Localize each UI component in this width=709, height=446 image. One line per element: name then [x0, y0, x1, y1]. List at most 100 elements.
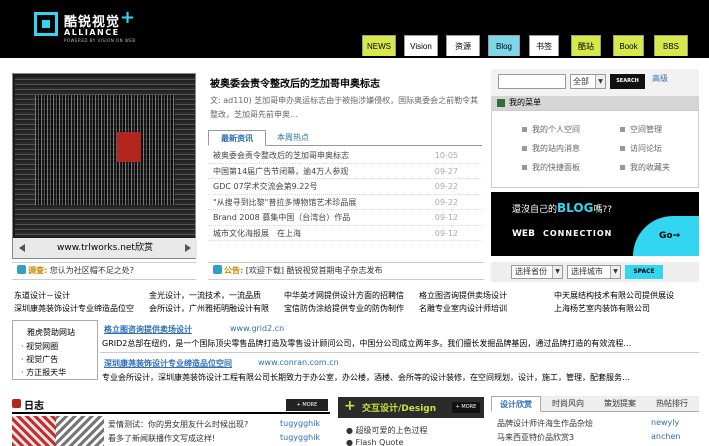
- ranking-item[interactable]: 品牌设计师许海生作品杂烩: [497, 418, 593, 429]
- plus-icon: +: [344, 398, 356, 414]
- ranking-item[interactable]: 马来西亚特价品欣赏3: [497, 432, 574, 443]
- news-title[interactable]: 城市文化海报展 在上海: [213, 229, 301, 238]
- partner-link[interactable]: 深圳康荛装饰设计专业缔造品位空: [14, 303, 134, 314]
- bullet-icon: [522, 165, 527, 170]
- list-item[interactable]: "从搜寻到比黎"普拉多博物馆艺术珍品展 09-22: [208, 195, 482, 210]
- nav-tab-bookmarks[interactable]: 书签: [529, 35, 559, 56]
- tab-weekly-hot[interactable]: 本周热点: [268, 130, 318, 146]
- menu-item-quick-panel[interactable]: 我的快捷面板: [522, 162, 580, 173]
- notice-label: 公告:: [224, 266, 244, 275]
- headline-title[interactable]: 被奥委会责令整改后的芝加哥申奥标志: [210, 75, 380, 90]
- list-item[interactable]: 中国第14届广告节闭幕，逾4万人参观 09-27: [208, 164, 482, 179]
- bullet-icon: [522, 127, 527, 132]
- diary-thumbnail[interactable]: [56, 416, 104, 446]
- tab-proposals[interactable]: 策划提案: [595, 396, 645, 412]
- advanced-search-link[interactable]: 高级: [652, 73, 668, 84]
- ranking-author[interactable]: anchen: [651, 432, 680, 441]
- news-date: 10-05: [434, 151, 458, 160]
- search-scope-select[interactable]: 全部 ▼: [570, 74, 606, 89]
- menu-item-personal-space[interactable]: 我的个人空间: [522, 124, 580, 135]
- city-select[interactable]: 选择城市 ▼: [567, 265, 621, 279]
- menu-item-messages[interactable]: 我的站内消息: [522, 143, 580, 154]
- blog-ad-connection: CONNECTION: [543, 229, 613, 238]
- blog-ad-go-button[interactable]: Go→: [633, 216, 699, 256]
- search-input[interactable]: [498, 74, 566, 89]
- prev-arrow-icon[interactable]: [19, 244, 25, 252]
- search-bar: 全部 ▼ SEARCH 高级: [491, 69, 699, 96]
- tab-latest-news[interactable]: 最新资讯: [208, 130, 266, 146]
- diary-author[interactable]: tugygghik: [280, 433, 320, 442]
- news-date: 09-22: [434, 197, 458, 207]
- diary-more-button[interactable]: + MORE: [286, 399, 328, 411]
- tab-hot-posts[interactable]: 热帖排行: [647, 396, 697, 412]
- news-tabs: 最新资讯 本周热点: [208, 130, 482, 146]
- my-menu: 我的个人空间 空间管理 我的站内消息 访问论坛 我的快捷面板 我的收藏夹: [491, 110, 699, 188]
- notice-text[interactable]: [欢迎下载] 酷锐视觉首期电子杂志发布: [246, 266, 383, 275]
- nav-tab-book[interactable]: Book: [613, 35, 644, 56]
- featured-showcase[interactable]: www.trlworks.net欣赏: [12, 73, 197, 259]
- interaction-more-button[interactable]: + MORE: [452, 402, 480, 413]
- partner-link[interactable]: 东道设计－设计: [14, 290, 70, 301]
- ranking-author[interactable]: newyly: [651, 418, 679, 427]
- ranking-tabs: 设计欣赏 时尚风向 策划提案 热帖排行: [491, 396, 699, 412]
- site-logo[interactable]: 酷锐视觉 + ALLIANCE POWERED BY VISION ON WEB: [34, 7, 135, 46]
- partner-link[interactable]: 格立图咨询提供卖场设计: [419, 290, 507, 301]
- partner-link[interactable]: 中华英才网提供设计方面的招聘信: [284, 290, 404, 301]
- list-item[interactable]: 城市文化海报展 在上海 09-12: [208, 226, 482, 241]
- diary-thumbnail[interactable]: [12, 416, 60, 446]
- news-date: 09-22: [434, 182, 458, 191]
- nav-tab-bbs[interactable]: BBS: [654, 35, 688, 56]
- list-item[interactable]: ● Flash Quote: [346, 438, 403, 446]
- survey-strip[interactable]: 调查: 您认为社区帽不足之处?: [12, 262, 196, 280]
- next-arrow-icon[interactable]: [185, 244, 191, 252]
- diary-entry[interactable]: 爱情测试：你的男女朋友什么时候出现?: [108, 419, 248, 430]
- nav-tab-vision[interactable]: Vision: [404, 35, 438, 56]
- tab-design-showcase[interactable]: 设计欣赏: [491, 396, 541, 412]
- featured-caption-bar: www.trlworks.net欣赏: [13, 238, 197, 258]
- menu-item-forum[interactable]: 访问论坛: [620, 143, 662, 154]
- featured-image[interactable]: [15, 77, 195, 237]
- search-button[interactable]: SEARCH: [610, 74, 645, 89]
- featured-caption[interactable]: www.trlworks.net欣赏: [57, 243, 153, 253]
- menu-item-space-admin[interactable]: 空间管理: [620, 124, 662, 135]
- list-item[interactable]: ● 超级可爱的上色过程: [346, 425, 428, 436]
- sponsor-link[interactable]: · 视觉广告: [21, 354, 58, 365]
- partner-link[interactable]: 宝信防伪涂给提供专业的防伪制作: [284, 303, 404, 314]
- province-value: 选择省份: [515, 267, 547, 276]
- partner-link[interactable]: 会所设计，广州雅拓明融设计有限: [149, 303, 269, 314]
- survey-text[interactable]: 您认为社区帽不足之处?: [50, 266, 134, 275]
- news-title[interactable]: Brand 2008 募集中国（台湾台）作品: [213, 213, 350, 222]
- partner-link[interactable]: 名雕专业室内设计师培训: [419, 303, 507, 314]
- list-item[interactable]: 被奥委会责令整改后的芝加哥申奥标志 10-05: [208, 148, 482, 164]
- news-title[interactable]: GDC 07学术交流会第9.22号: [213, 182, 317, 191]
- menu-bullet-icon: [497, 99, 505, 107]
- partner-link[interactable]: 中天展结构技术有限公司提供展设: [554, 290, 674, 301]
- blog-banner-ad[interactable]: 還沒自己的BLOG嗎?? WEB CONNECTION Go→: [491, 192, 699, 256]
- diary-entry[interactable]: 看多了新闻联播作文写成这样!: [108, 433, 215, 444]
- diary-icon: [12, 399, 21, 408]
- partner-link[interactable]: 金光设计，一流技术，一流品质: [149, 290, 261, 301]
- nav-tab-cool-sites[interactable]: 酷站: [571, 35, 601, 56]
- news-title[interactable]: "从搜寻到比黎"普拉多博物馆艺术珍品展: [213, 198, 356, 207]
- partner-link[interactable]: 上海杨艺室内装饰有限公司: [554, 303, 650, 314]
- tab-fashion[interactable]: 时尚风向: [543, 396, 593, 412]
- news-list: 被奥委会责令整改后的芝加哥申奥标志 10-05 中国第14届广告节闭幕，逾4万人参…: [208, 148, 482, 241]
- news-title[interactable]: 被奥委会责令整改后的芝加哥申奥标志: [213, 151, 349, 160]
- news-title[interactable]: 中国第14届广告节闭幕，逾4万人参观: [213, 167, 348, 176]
- province-select[interactable]: 选择省份 ▼: [511, 265, 563, 279]
- list-item[interactable]: Brand 2008 募集中国（台湾台）作品 09-12: [208, 210, 482, 226]
- sponsor-link[interactable]: · 方正报天华: [21, 367, 66, 378]
- menu-item-favorites[interactable]: 我的收藏夹: [620, 162, 670, 173]
- sponsored-ad-url[interactable]: www.conran.com.cn: [258, 358, 339, 367]
- sponsored-ad-title[interactable]: 深圳康荛装饰设计专业缔造品位空间: [104, 358, 232, 369]
- sponsor-link[interactable]: · 视觉网圈: [21, 341, 58, 352]
- notice-strip[interactable]: 公告: [欢迎下载] 酷锐视觉首期电子杂志发布: [208, 262, 484, 280]
- space-button[interactable]: SPACE: [625, 265, 663, 279]
- list-item[interactable]: GDC 07学术交流会第9.22号 09-22: [208, 179, 482, 195]
- nav-tab-resources[interactable]: 资源: [446, 35, 480, 56]
- nav-tab-news[interactable]: NEWS: [362, 35, 396, 56]
- diary-author[interactable]: tugygghik: [280, 419, 320, 428]
- nav-tab-blog[interactable]: Blog: [488, 35, 520, 56]
- sponsored-ad-url[interactable]: www.grid2.cn: [230, 324, 284, 333]
- sponsored-ad-title[interactable]: 格立图咨询提供卖场设计: [104, 324, 192, 335]
